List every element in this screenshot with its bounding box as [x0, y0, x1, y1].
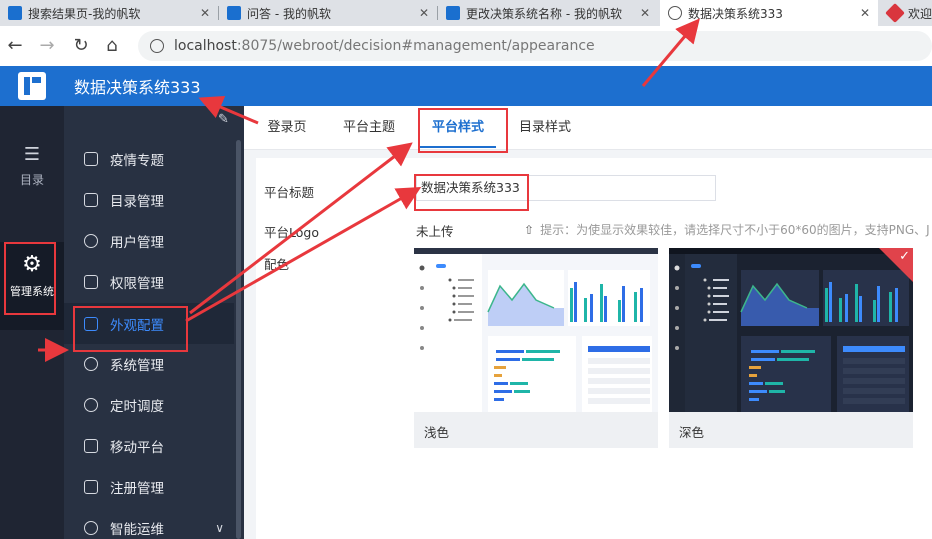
dark-theme-preview: ✓: [669, 248, 913, 412]
menu-item-label: 系统管理: [110, 357, 164, 374]
tab-platform-theme[interactable]: 平台主题: [334, 106, 404, 150]
rail-item-directory[interactable]: ☰ 目录: [0, 144, 64, 188]
left-rail: ☰ 目录 ⚙ 管理系统: [0, 106, 64, 539]
platform-title: 数据决策系统333: [74, 78, 201, 97]
fanruan-favicon-icon: [227, 6, 241, 20]
forward-icon[interactable]: →: [36, 35, 58, 57]
main-content: 登录页 平台主题 平台样式 目录样式 平台标题 数据决策系统333 平台Logo…: [244, 106, 932, 539]
fanruan-favicon-icon: [8, 6, 22, 20]
pin-icon[interactable]: ✎: [218, 112, 229, 127]
menu-item-label: 权限管理: [110, 275, 164, 292]
browser-tab-decision-system[interactable]: 数据决策系统333 ✕: [660, 0, 878, 26]
close-icon[interactable]: ✕: [640, 6, 650, 20]
menu-item-label: 注册管理: [110, 480, 164, 497]
catalog-icon: [84, 192, 98, 207]
menu-item-epidemic[interactable]: 疫情专题: [64, 138, 234, 179]
dashboard-icon: [84, 151, 98, 166]
network-icon: [84, 520, 98, 535]
browser-tab-label: 更改决策系统名称 - 我的帆软: [466, 6, 622, 21]
theme-card-light[interactable]: 浅色: [414, 248, 658, 448]
menu-item-permissions[interactable]: 权限管理: [64, 261, 234, 302]
check-icon: ✓: [899, 249, 910, 264]
logo-upload-status: 未上传: [416, 224, 454, 239]
close-icon[interactable]: ✕: [419, 6, 429, 20]
menu-item-directory[interactable]: 目录管理: [64, 179, 234, 220]
menu-item-label: 智能运维: [110, 521, 164, 538]
reload-icon[interactable]: ↻: [70, 35, 92, 57]
menu-item-schedule[interactable]: 定时调度: [64, 384, 234, 425]
menu-item-label: 用户管理: [110, 234, 164, 251]
menu-item-label: 疫情专题: [110, 152, 164, 169]
menu-item-mobile[interactable]: 移动平台: [64, 425, 234, 466]
annotation-box-style-tab: [418, 108, 508, 153]
chevron-down-icon[interactable]: ∨: [215, 521, 224, 535]
menu-item-users[interactable]: 用户管理: [64, 220, 234, 261]
list-icon: ☰: [23, 144, 41, 165]
platform-title-label: 平台标题: [264, 185, 315, 200]
theme-name-dark: 深色: [679, 425, 705, 440]
fanruan-favicon-icon: [446, 6, 460, 20]
annotation-box-management: [4, 242, 56, 315]
url-field[interactable]: localhost:8075/webroot/decision#manageme…: [138, 31, 932, 61]
menu-scrollbar[interactable]: [236, 140, 241, 539]
upload-icon[interactable]: ⇧: [524, 223, 534, 237]
menu-item-label: 定时调度: [110, 398, 164, 415]
annotation-box-title-input: [414, 174, 529, 211]
settings-icon: [84, 356, 98, 371]
light-theme-preview: [414, 248, 658, 412]
register-icon: [84, 479, 98, 494]
clock-icon: [84, 397, 98, 412]
logo-hint-text: 提示：为使显示效果较佳，请选择尺寸不小于60*60的图片，支持PNG、J: [540, 223, 930, 237]
browser-tab-qa[interactable]: 问答 - 我的帆软 ✕: [219, 0, 437, 26]
theme-name-light: 浅色: [424, 425, 450, 440]
browser-tab-welcome[interactable]: 欢迎: [880, 0, 932, 26]
browser-tab-label: 问答 - 我的帆软: [247, 6, 331, 21]
theme-card-dark[interactable]: ✓ 深色: [669, 248, 913, 448]
app-favicon-icon: [885, 3, 905, 23]
browser-tab-label: 数据决策系统333: [688, 6, 783, 21]
browser-tab-label: 搜索结果页-我的帆软: [28, 6, 141, 21]
home-icon[interactable]: ⌂: [101, 35, 123, 57]
close-icon[interactable]: ✕: [860, 6, 870, 20]
app-header: 数据决策系统333: [0, 66, 932, 106]
mobile-icon: [84, 438, 98, 453]
url-path: :8075/webroot/decision#management/appear…: [236, 38, 595, 54]
globe-icon: [668, 6, 682, 20]
tab-login-page[interactable]: 登录页: [254, 106, 320, 150]
lock-icon: [84, 274, 98, 289]
appearance-tabs: 登录页 平台主题 平台样式 目录样式: [244, 106, 932, 150]
site-info-icon[interactable]: [150, 39, 164, 53]
menu-item-registration[interactable]: 注册管理: [64, 466, 234, 507]
close-icon[interactable]: ✕: [200, 6, 210, 20]
logo-upload-hint[interactable]: ⇧ 提示：为使显示效果较佳，请选择尺寸不小于60*60的图片，支持PNG、J: [524, 221, 930, 238]
url-host: localhost: [174, 38, 237, 54]
menu-item-ops[interactable]: 智能运维 ∨: [64, 507, 234, 539]
tab-directory-style[interactable]: 目录样式: [510, 106, 580, 150]
user-icon: [84, 233, 98, 248]
platform-logo-label: 平台Logo: [264, 225, 319, 240]
browser-tab-label: 欢迎: [908, 6, 932, 21]
color-scheme-label: 配色: [264, 257, 290, 272]
menu-item-label: 目录管理: [110, 193, 164, 210]
address-bar-row: ← → ↻ ⌂ localhost:8075/webroot/decision#…: [0, 26, 932, 66]
platform-style-panel: 平台标题 数据决策系统333 平台Logo 未上传 ⇧ 提示：为使显示效果较佳，请…: [256, 158, 932, 539]
browser-tab-search-results[interactable]: 搜索结果页-我的帆软 ✕: [0, 0, 218, 26]
back-icon[interactable]: ←: [4, 35, 26, 57]
menu-item-label: 移动平台: [110, 439, 164, 456]
annotation-box-appearance: [73, 306, 188, 352]
browser-tab-rename[interactable]: 更改决策系统名称 - 我的帆软 ✕: [438, 0, 658, 26]
rail-item-label: 目录: [19, 173, 44, 187]
app-logo-icon: [18, 72, 46, 100]
browser-tab-bar: 搜索结果页-我的帆软 ✕ 问答 - 我的帆软 ✕ 更改决策系统名称 - 我的帆软…: [0, 0, 932, 26]
